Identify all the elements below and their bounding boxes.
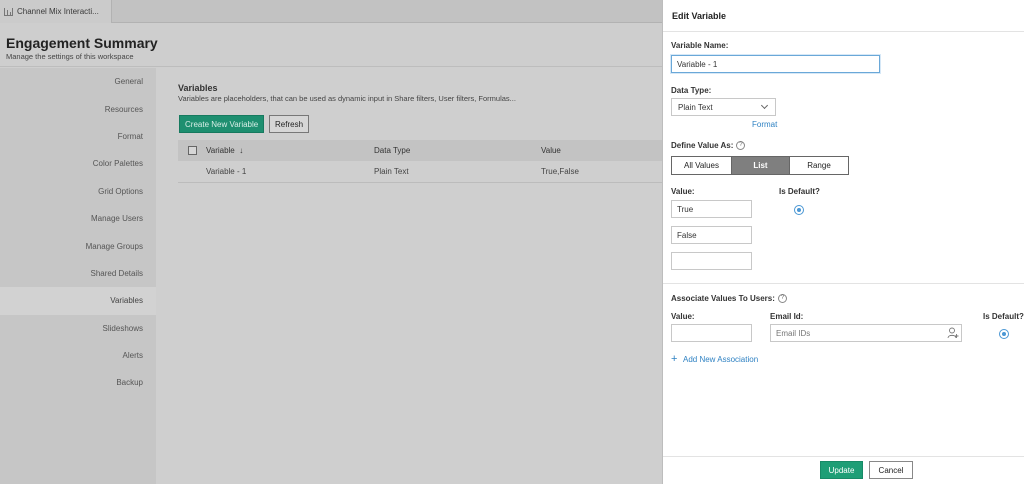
option-all-values[interactable]: All Values — [672, 157, 732, 174]
footer-divider — [663, 456, 1024, 457]
tab-bar: Channel Mix Interacti... — [0, 0, 662, 23]
option-list[interactable]: List — [732, 157, 790, 174]
sidebar-item-grid-options[interactable]: Grid Options — [0, 178, 156, 205]
assoc-default-radio[interactable] — [999, 329, 1009, 339]
help-icon[interactable]: ? — [736, 141, 746, 151]
email-id-label: Email Id: — [770, 312, 804, 321]
define-value-label: Define Value As:? — [671, 141, 746, 151]
define-value-segmented-control: All Values List Range — [671, 156, 849, 175]
add-new-association-link[interactable]: Add New Association — [683, 355, 758, 364]
sidebar-item-backup[interactable]: Backup — [0, 369, 156, 396]
format-link[interactable]: Format — [752, 120, 777, 129]
bar-chart-icon — [4, 7, 13, 16]
cancel-button[interactable]: Cancel — [869, 461, 913, 479]
cell-value: True,False — [541, 167, 579, 176]
sidebar-item-label: Manage Users — [90, 214, 143, 224]
column-header-data-type: Data Type — [374, 146, 411, 155]
update-button[interactable]: Update — [820, 461, 863, 479]
help-icon[interactable]: ? — [777, 294, 787, 304]
sidebar-item-label: Resources — [104, 104, 143, 114]
cell-variable: Variable - 1 — [206, 167, 247, 176]
sidebar-item-label: Backup — [116, 378, 143, 388]
section-title: Variables — [178, 83, 218, 93]
assoc-value-input[interactable] — [671, 324, 752, 342]
column-header-value: Value — [541, 146, 561, 155]
sidebar-item-label: General — [114, 77, 143, 87]
table-row[interactable]: Variable - 1 Plain Text True,False — [178, 161, 662, 183]
data-type-label: Data Type: — [671, 86, 712, 95]
data-type-value: Plain Text — [678, 102, 713, 112]
add-user-icon[interactable] — [947, 327, 959, 339]
sidebar-item-label: Shared Details — [90, 268, 143, 278]
sidebar-item-manage-users[interactable]: Manage Users — [0, 205, 156, 232]
value-input-2[interactable] — [671, 226, 752, 244]
sidebar-item-resources[interactable]: Resources — [0, 95, 156, 122]
section-divider — [663, 283, 1024, 284]
value-input-3[interactable] — [671, 252, 752, 270]
tab-channel-mix[interactable]: Channel Mix Interacti... — [0, 0, 112, 23]
chevron-down-icon — [760, 101, 769, 110]
sidebar-item-alerts[interactable]: Alerts — [0, 342, 156, 369]
column-label: Variable — [206, 146, 235, 155]
default-radio-selected[interactable] — [794, 205, 804, 215]
associate-values-text: Associate Values To Users: — [671, 294, 775, 303]
cell-data-type: Plain Text — [374, 167, 409, 176]
variable-name-input[interactable] — [671, 55, 880, 73]
assoc-value-label: Value: — [671, 312, 695, 321]
sidebar-item-shared-details[interactable]: Shared Details — [0, 260, 156, 287]
workspace-header: Engagement Summary Manage the settings o… — [0, 23, 662, 67]
sidebar-item-color-palettes[interactable]: Color Palettes — [0, 150, 156, 177]
tab-label: Channel Mix Interacti... — [17, 7, 99, 16]
sidebar-item-label: Manage Groups — [85, 241, 143, 251]
sidebar-item-manage-groups[interactable]: Manage Groups — [0, 232, 156, 259]
settings-sidebar: General Resources Format Color Palettes … — [0, 68, 156, 484]
variables-panel: Variables Variables are placeholders, th… — [156, 68, 662, 484]
value-input-1[interactable] — [671, 200, 752, 218]
add-icon[interactable]: + — [671, 354, 677, 365]
assoc-is-default-label: Is Default? — [983, 312, 1024, 321]
sidebar-item-label: Color Palettes — [92, 159, 143, 169]
email-ids-input[interactable] — [770, 324, 962, 342]
drawer-title: Edit Variable — [663, 0, 1024, 32]
sidebar-item-slideshows[interactable]: Slideshows — [0, 315, 156, 342]
create-variable-button[interactable]: Create New Variable — [179, 115, 265, 133]
value-label: Value: — [671, 187, 695, 196]
refresh-button[interactable]: Refresh — [269, 115, 310, 133]
option-range[interactable]: Range — [790, 157, 848, 174]
sidebar-item-format[interactable]: Format — [0, 123, 156, 150]
variable-name-label: Variable Name: — [671, 41, 729, 50]
edit-variable-drawer: Edit Variable Variable Name: Data Type: … — [662, 0, 1024, 484]
table-header: Variable ↓ Data Type Value — [178, 140, 662, 161]
section-description: Variables are placeholders, that can be … — [178, 94, 516, 103]
page-subtitle: Manage the settings of this workspace — [6, 52, 134, 61]
associate-values-label: Associate Values To Users:? — [671, 294, 787, 304]
column-header-variable[interactable]: Variable ↓ — [206, 140, 243, 161]
data-type-select[interactable]: Plain Text — [671, 98, 776, 116]
sidebar-item-label: Variables — [110, 296, 143, 306]
sidebar-item-label: Format — [117, 131, 143, 141]
page-title: Engagement Summary — [6, 35, 158, 51]
sidebar-item-general[interactable]: General — [0, 68, 156, 95]
sidebar-item-variables[interactable]: Variables — [0, 287, 156, 315]
is-default-label: Is Default? — [779, 187, 820, 196]
select-all-checkbox[interactable] — [188, 146, 197, 155]
sidebar-item-label: Slideshows — [102, 323, 143, 333]
sidebar-item-label: Alerts — [122, 351, 143, 361]
sort-down-icon: ↓ — [239, 146, 244, 155]
define-value-text: Define Value As: — [671, 141, 734, 150]
sidebar-item-label: Grid Options — [98, 186, 143, 196]
